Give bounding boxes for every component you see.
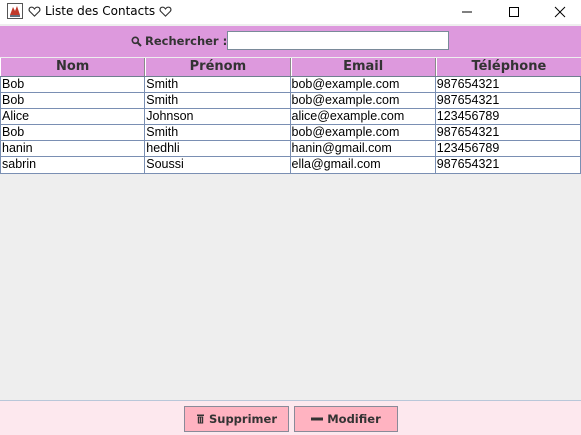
cell-nom[interactable]: Bob: [0, 125, 146, 140]
search-bar: Rechercher :: [0, 26, 581, 57]
close-button[interactable]: [537, 0, 581, 24]
cell-prenom[interactable]: Johnson: [145, 109, 291, 124]
delete-button[interactable]: Supprimer: [184, 406, 289, 432]
search-label: Rechercher :: [131, 34, 227, 48]
cell-nom[interactable]: Bob: [0, 77, 146, 92]
trash-icon: [196, 414, 204, 424]
cell-telephone[interactable]: 987654321: [436, 93, 581, 108]
cell-prenom[interactable]: Soussi: [145, 157, 291, 173]
heart-icon: [159, 6, 172, 17]
heart-icon: [28, 6, 41, 17]
cell-nom[interactable]: Bob: [0, 93, 146, 108]
maximize-icon: [509, 7, 519, 17]
cell-telephone[interactable]: 123456789: [436, 141, 581, 156]
column-header-nom[interactable]: Nom: [0, 58, 146, 76]
cell-telephone[interactable]: 987654321: [436, 77, 581, 92]
column-header-prenom[interactable]: Prénom: [145, 58, 291, 76]
table-row[interactable]: Bob Smith bob@example.com 987654321: [0, 77, 581, 93]
cell-prenom[interactable]: hedhli: [145, 141, 291, 156]
delete-button-label: Supprimer: [208, 412, 277, 426]
cell-email[interactable]: bob@example.com: [291, 77, 436, 92]
cell-nom[interactable]: Alice: [0, 109, 146, 124]
search-icon: [131, 36, 142, 47]
cell-email[interactable]: hanin@gmail.com: [291, 141, 436, 156]
minus-icon: [311, 417, 324, 421]
action-bar: Supprimer Modifier: [0, 400, 581, 435]
column-header-telephone[interactable]: Téléphone: [435, 58, 581, 76]
table-row[interactable]: sabrin Soussi ella@gmail.com 987654321: [0, 157, 581, 173]
cell-prenom[interactable]: Smith: [145, 125, 291, 140]
cell-prenom[interactable]: Smith: [145, 77, 291, 92]
window-title-text: Liste des Contacts: [45, 4, 156, 18]
java-app-icon: [7, 3, 23, 19]
table-row[interactable]: hanin hedhli hanin@gmail.com 123456789: [0, 141, 581, 157]
cell-nom[interactable]: hanin: [0, 141, 146, 156]
table-row[interactable]: Alice Johnson alice@example.com 12345678…: [0, 109, 581, 125]
search-label-text: Rechercher :: [145, 34, 228, 48]
cell-email[interactable]: alice@example.com: [291, 109, 436, 124]
cell-telephone[interactable]: 987654321: [436, 157, 581, 173]
edit-button-label: Modifier: [327, 412, 381, 426]
maximize-button[interactable]: [491, 0, 537, 24]
cell-telephone[interactable]: 123456789: [436, 109, 581, 124]
edit-button[interactable]: Modifier: [294, 406, 398, 432]
minimize-button[interactable]: [444, 0, 490, 24]
table-body: Bob Smith bob@example.com 987654321 Bob …: [0, 77, 581, 174]
cell-email[interactable]: bob@example.com: [291, 125, 436, 140]
title-bar[interactable]: Liste des Contacts: [0, 0, 581, 24]
search-input[interactable]: [227, 31, 449, 50]
contacts-table: Nom Prénom Email Téléphone Bob Smith bob…: [0, 58, 581, 174]
table-row[interactable]: Bob Smith bob@example.com 987654321: [0, 93, 581, 109]
cell-email[interactable]: ella@gmail.com: [291, 157, 436, 173]
contacts-window: Liste des Contacts Rechercher: Nom Prén…: [0, 0, 581, 435]
minimize-icon: [462, 11, 472, 13]
cell-email[interactable]: bob@example.com: [291, 93, 436, 108]
cell-nom[interactable]: sabrin: [0, 157, 146, 173]
table-header: Nom Prénom Email Téléphone: [0, 58, 581, 77]
cell-prenom[interactable]: Smith: [145, 93, 291, 108]
table-row[interactable]: Bob Smith bob@example.com 987654321: [0, 125, 581, 141]
close-icon: [554, 6, 566, 18]
column-header-email[interactable]: Email: [290, 58, 436, 76]
window-title: Liste des Contacts: [28, 4, 172, 18]
cell-telephone[interactable]: 987654321: [436, 125, 581, 140]
